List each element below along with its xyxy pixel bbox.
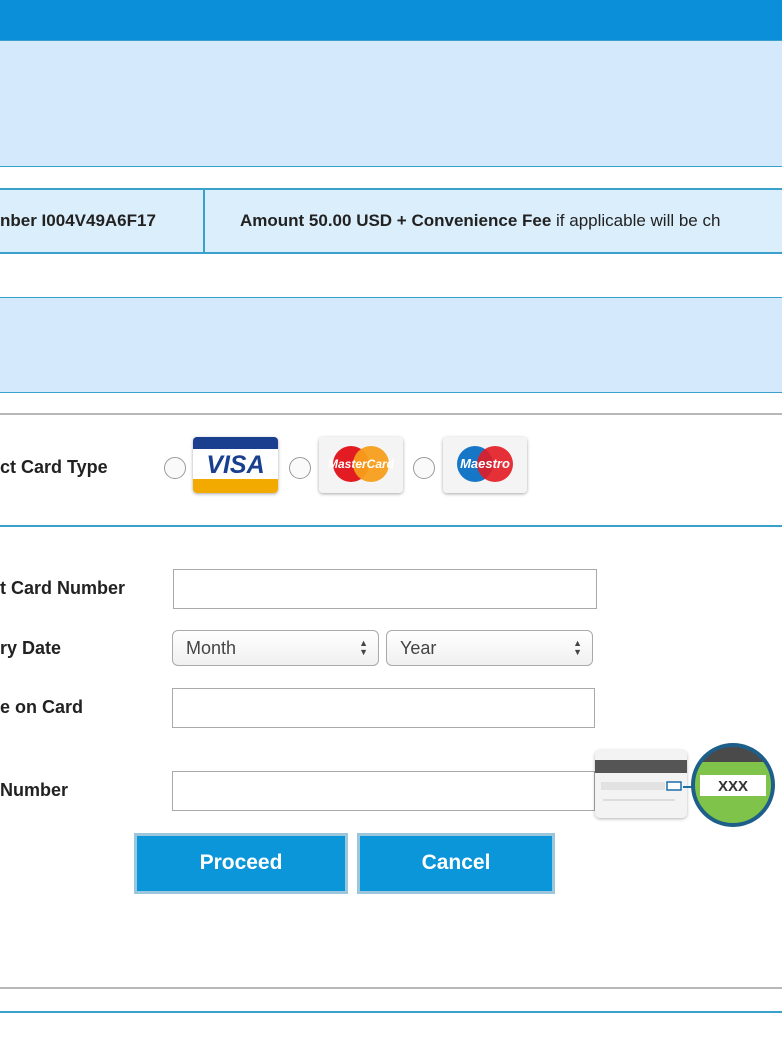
notice-panel	[0, 297, 782, 393]
name-on-card-label: e on Card	[0, 697, 84, 717]
svg-text:MasterCard: MasterCard	[328, 457, 395, 471]
payment-info-bar: nber I004V49A6F17 Amount 50.00 USD + Con…	[0, 188, 782, 254]
maestro-logo-icon: Maestro	[443, 437, 527, 493]
cvv-hint-text: XXX	[718, 778, 748, 795]
amount-text: Amount 50.00 USD + Convenience Fee if ap…	[240, 190, 720, 252]
separator-top	[0, 413, 782, 415]
svg-text:Maestro: Maestro	[460, 456, 510, 471]
mastercard-logo-icon: MasterCard	[319, 437, 403, 493]
separator-mid	[0, 525, 782, 527]
expiry-date-label: ry Date	[0, 638, 62, 658]
cvv-card-back-icon	[595, 750, 687, 818]
card-number-input[interactable]	[173, 569, 597, 609]
separator-bottom	[0, 987, 782, 989]
card-type-label: ct Card Type	[0, 457, 108, 477]
amount-rest: if applicable will be ch	[551, 211, 721, 230]
header-panel	[0, 40, 782, 167]
radio-mastercard[interactable]	[289, 457, 311, 479]
cvv-input[interactable]	[172, 771, 595, 811]
amount-bold: Amount 50.00 USD + Convenience Fee	[240, 211, 552, 230]
year-select-value: Year	[400, 638, 437, 658]
month-select-value: Month	[186, 638, 237, 658]
select-arrows-icon: ▲ ▼	[359, 638, 368, 657]
top-bar	[0, 0, 782, 40]
cvv-label: Number	[0, 780, 69, 800]
svg-text:VISA: VISA	[206, 451, 264, 479]
year-select[interactable]: Year ▲ ▼	[386, 630, 593, 666]
cancel-button[interactable]: Cancel	[357, 833, 555, 894]
visa-logo-icon: VISA	[193, 437, 278, 493]
cvv-magnifier-icon: XXX	[690, 742, 776, 828]
proceed-button[interactable]: Proceed	[134, 833, 348, 894]
footer-line	[0, 1011, 782, 1013]
radio-maestro[interactable]	[413, 457, 435, 479]
info-divider	[203, 190, 205, 252]
select-arrows-icon: ▲ ▼	[573, 638, 582, 657]
name-on-card-input[interactable]	[172, 688, 595, 728]
card-number-label: t Card Number	[0, 578, 126, 598]
month-select[interactable]: Month ▲ ▼	[172, 630, 379, 666]
radio-visa[interactable]	[164, 457, 186, 479]
reference-number: nber I004V49A6F17	[0, 211, 156, 230]
